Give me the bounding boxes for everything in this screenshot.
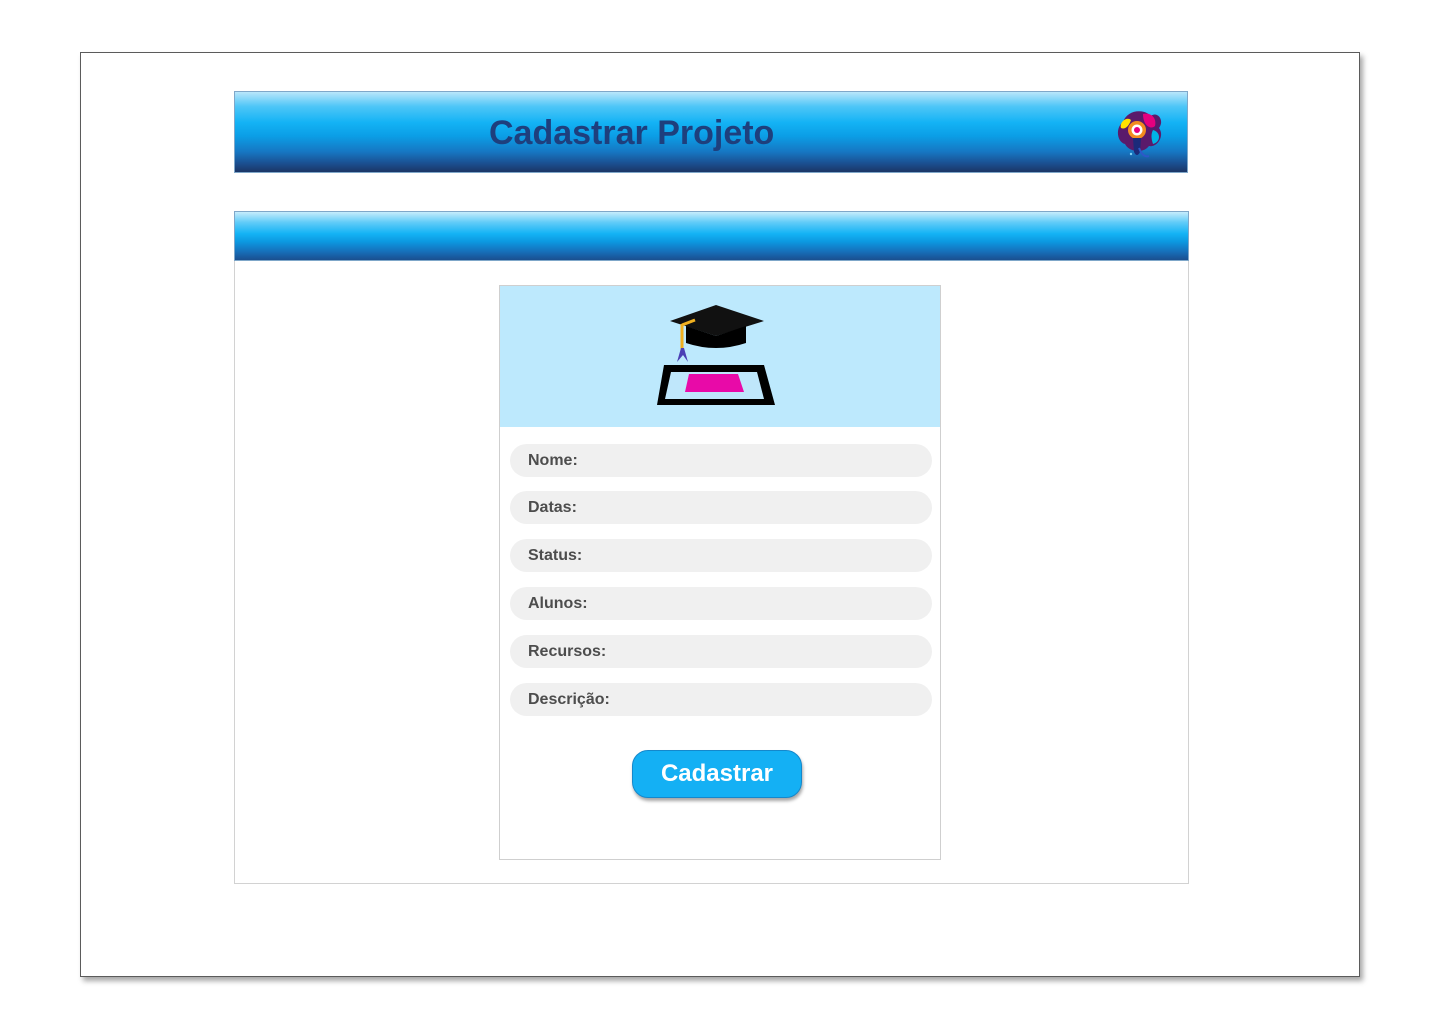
panel-header-bar — [234, 211, 1189, 261]
graduation-cap-tablet-icon — [657, 305, 775, 405]
lightbulb-logo-icon — [1117, 111, 1162, 158]
name-field[interactable]: Nome: — [510, 444, 932, 477]
resources-field[interactable]: Recursos: — [510, 635, 932, 668]
dates-field[interactable]: Datas: — [510, 491, 932, 524]
register-button[interactable]: Cadastrar — [632, 750, 802, 798]
status-field[interactable]: Status: — [510, 539, 932, 572]
page-title: Cadastrar Projeto — [489, 114, 775, 152]
description-field[interactable]: Descrição: — [510, 683, 932, 716]
students-field[interactable]: Alunos: — [510, 587, 932, 620]
